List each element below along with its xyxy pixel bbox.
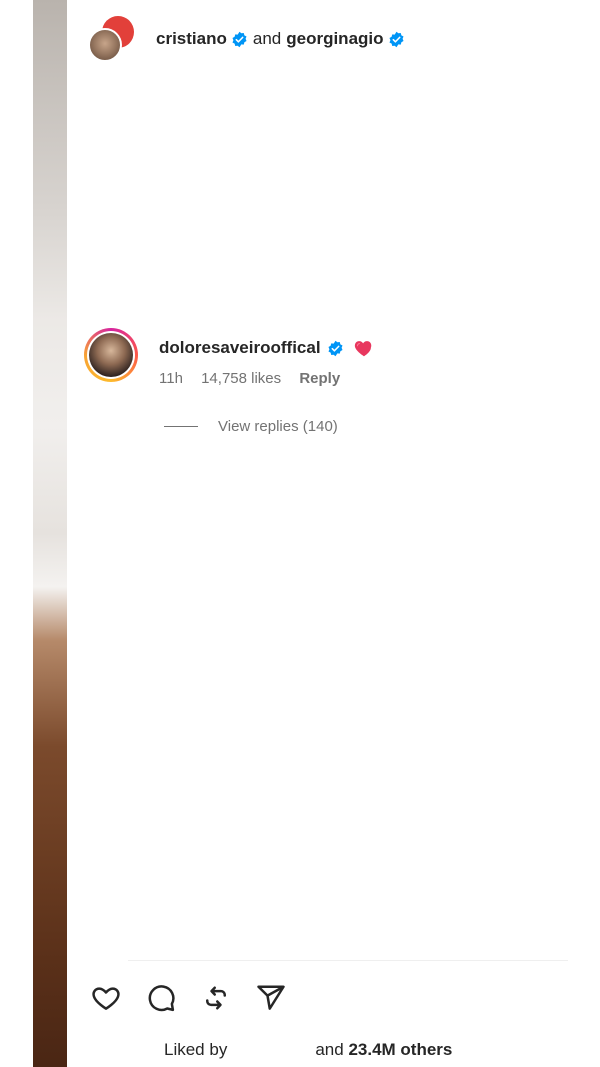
commenter-avatar[interactable] (84, 328, 138, 382)
commenter-username[interactable]: doloresaveirooffical (159, 338, 321, 358)
username-cristiano[interactable]: cristiano (156, 29, 227, 49)
repost-button[interactable] (198, 980, 234, 1016)
post-media-strip (33, 0, 67, 1067)
view-replies-button[interactable]: View replies (140) (164, 418, 338, 435)
liked-by-text: Liked by and 23.4M others (164, 1040, 452, 1060)
liked-by-label: Liked by (164, 1040, 228, 1059)
share-button[interactable] (253, 980, 289, 1016)
heart-emoji-icon (354, 341, 371, 357)
username-georginagio[interactable]: georginagio (286, 29, 383, 49)
replies-divider-line (164, 426, 198, 427)
repost-icon (206, 986, 226, 1010)
post-header: cristiano and georginagio (88, 16, 404, 64)
heart-icon (92, 987, 120, 1010)
avatar-cristiano[interactable] (88, 28, 122, 62)
comment-icon (148, 985, 175, 1012)
reply-button[interactable]: Reply (299, 370, 340, 387)
likes-count-link[interactable]: 23.4M others (348, 1040, 452, 1059)
post-panel (67, 0, 600, 1067)
comment-time: 11h (159, 370, 183, 387)
and-label: and (315, 1040, 344, 1059)
collab-usernames: cristiano and georginagio (156, 29, 410, 49)
view-replies-label: View replies (140) (218, 418, 338, 435)
avatar-image (89, 333, 133, 377)
like-button[interactable] (88, 980, 124, 1016)
commenter-username-row: doloresaveirooffical (159, 337, 375, 359)
comment-likes[interactable]: 14,758 likes (201, 370, 281, 387)
verified-badge-icon (232, 31, 247, 47)
collab-avatars[interactable] (88, 16, 136, 64)
comment-meta: 11h 14,758 likes Reply (159, 370, 354, 387)
share-icon (257, 985, 285, 1010)
connector-text: and (252, 29, 282, 48)
comment-button[interactable] (143, 980, 179, 1016)
verified-badge-icon (328, 340, 343, 356)
actions-divider (128, 960, 568, 961)
verified-badge-icon (389, 31, 404, 47)
action-bar (88, 980, 308, 1016)
